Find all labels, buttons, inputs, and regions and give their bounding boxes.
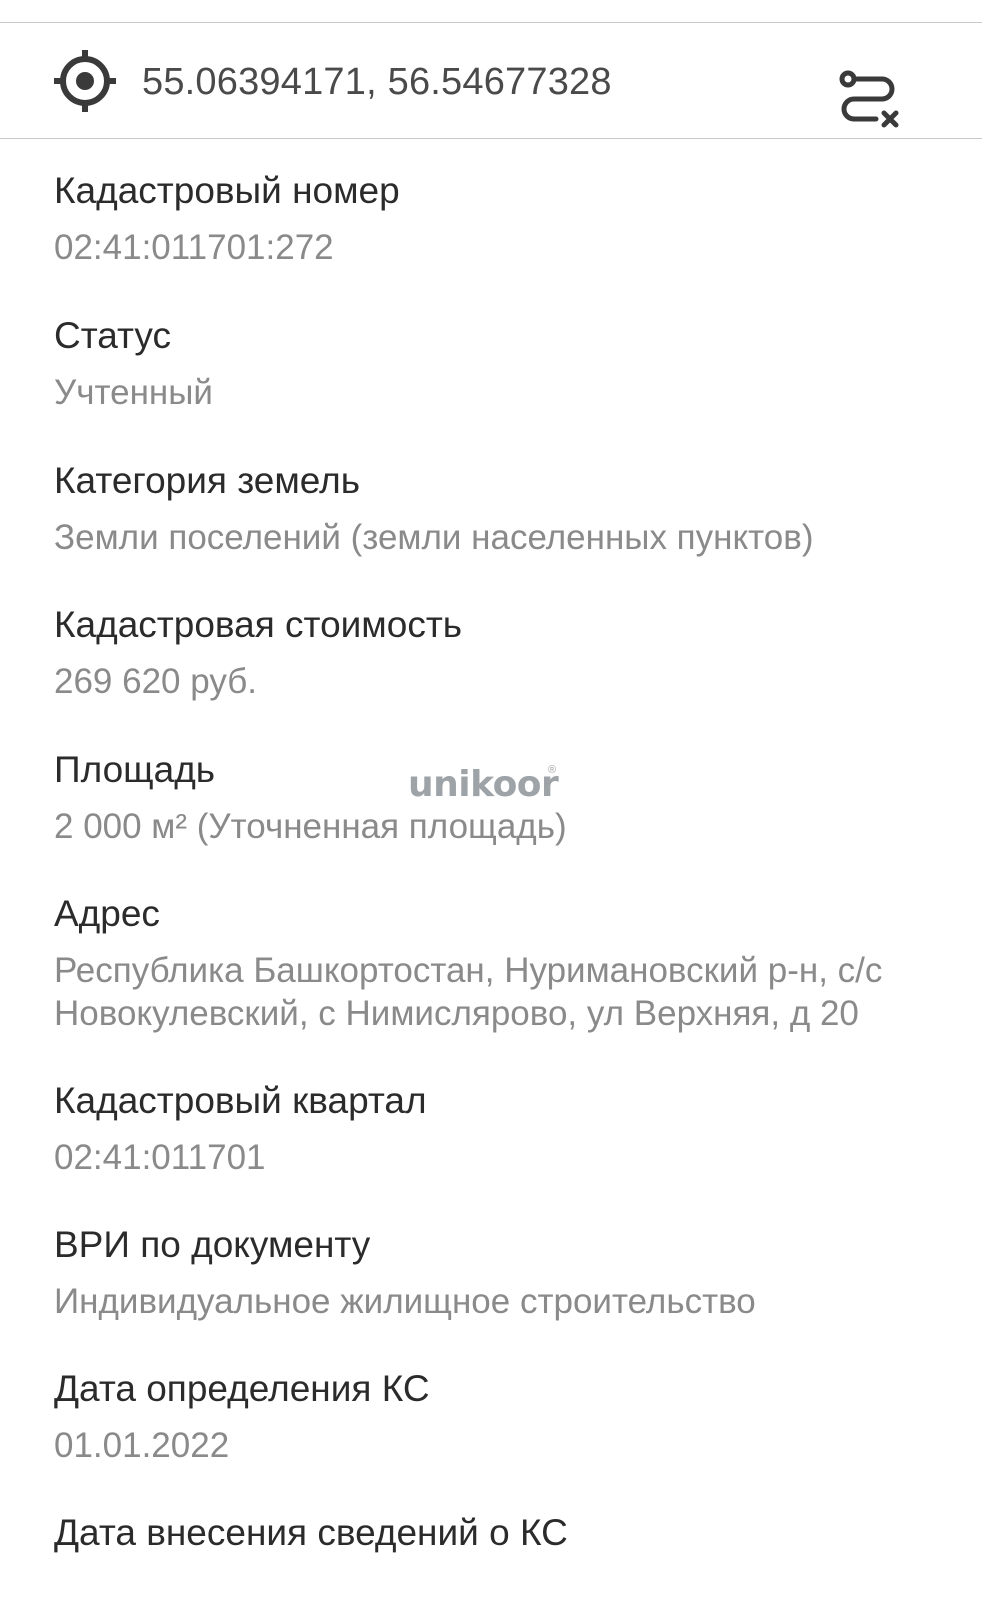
field-label: Кадастровая стоимость (54, 604, 463, 645)
field-cadastral-value: Кадастровая стоимость 269 620 руб. (54, 602, 934, 703)
coordinates-header: 55.06394171, 56.54677328 (0, 23, 982, 139)
field-value[interactable]: Индивидуальное жилищное строительство (54, 1280, 934, 1323)
field-status: Статус Учтенный (54, 313, 934, 414)
field-label: Статус (54, 315, 171, 356)
field-value[interactable]: 269 620 руб. (54, 660, 934, 703)
field-label: Дата определения КС (54, 1368, 430, 1409)
field-label: Кадастровый номер (54, 170, 400, 211)
field-permitted-use: ВРИ по документу Индивидуальное жилищное… (54, 1222, 934, 1323)
field-label: Адрес (54, 893, 160, 934)
field-value-address[interactable]: Республика Башкортостан, Нуримановский р… (54, 949, 934, 1035)
field-value[interactable]: Учтенный (54, 371, 934, 414)
watermark-text: unikoor (408, 764, 559, 805)
address-line-1: Республика Башкортостан, Нуримановский р… (54, 951, 883, 990)
crosshair-locate-icon[interactable] (52, 48, 118, 114)
field-value[interactable]: Земли поселений (земли населенных пункто… (54, 516, 934, 559)
field-label: Дата внесения сведений о КС (54, 1512, 568, 1553)
field-cadastral-quarter: Кадастровый квартал 02:41:011701 (54, 1078, 934, 1179)
cadastral-info-screen: 55.06394171, 56.54677328 Кадастровый ном… (0, 0, 982, 1600)
field-value[interactable]: 01.01.2022 (54, 1424, 934, 1467)
field-value[interactable]: 02:41:011701 (54, 1136, 934, 1179)
route-clear-icon[interactable] (836, 67, 902, 137)
coordinates-text: 55.06394171, 56.54677328 (142, 61, 612, 103)
field-value-entry-date: Дата внесения сведений о КС (54, 1510, 934, 1556)
field-land-category: Категория земель Земли поселений (земли … (54, 458, 934, 559)
field-label: Кадастровый квартал (54, 1080, 427, 1121)
address-line-2: Новокулевский, с Нимисляро­во, ул Верхня… (54, 994, 859, 1033)
field-address: Адрес Республика Башкортостан, Нуриманов… (54, 891, 934, 1035)
field-cadastral-number: Кадастровый номер 02:41:011701:272 (54, 168, 934, 269)
field-value[interactable]: 02:41:011701:272 (54, 226, 934, 269)
field-value[interactable]: 2 000 м² (Уточненная площадь) (54, 805, 934, 848)
field-label: Категория земель (54, 460, 361, 501)
watermark-registered-mark: ® (548, 764, 557, 776)
watermark-logo: unikoor ® (408, 764, 559, 806)
field-label: ВРИ по документу (54, 1224, 371, 1265)
field-value-determination-date: Дата определения КС 01.01.2022 (54, 1366, 934, 1467)
